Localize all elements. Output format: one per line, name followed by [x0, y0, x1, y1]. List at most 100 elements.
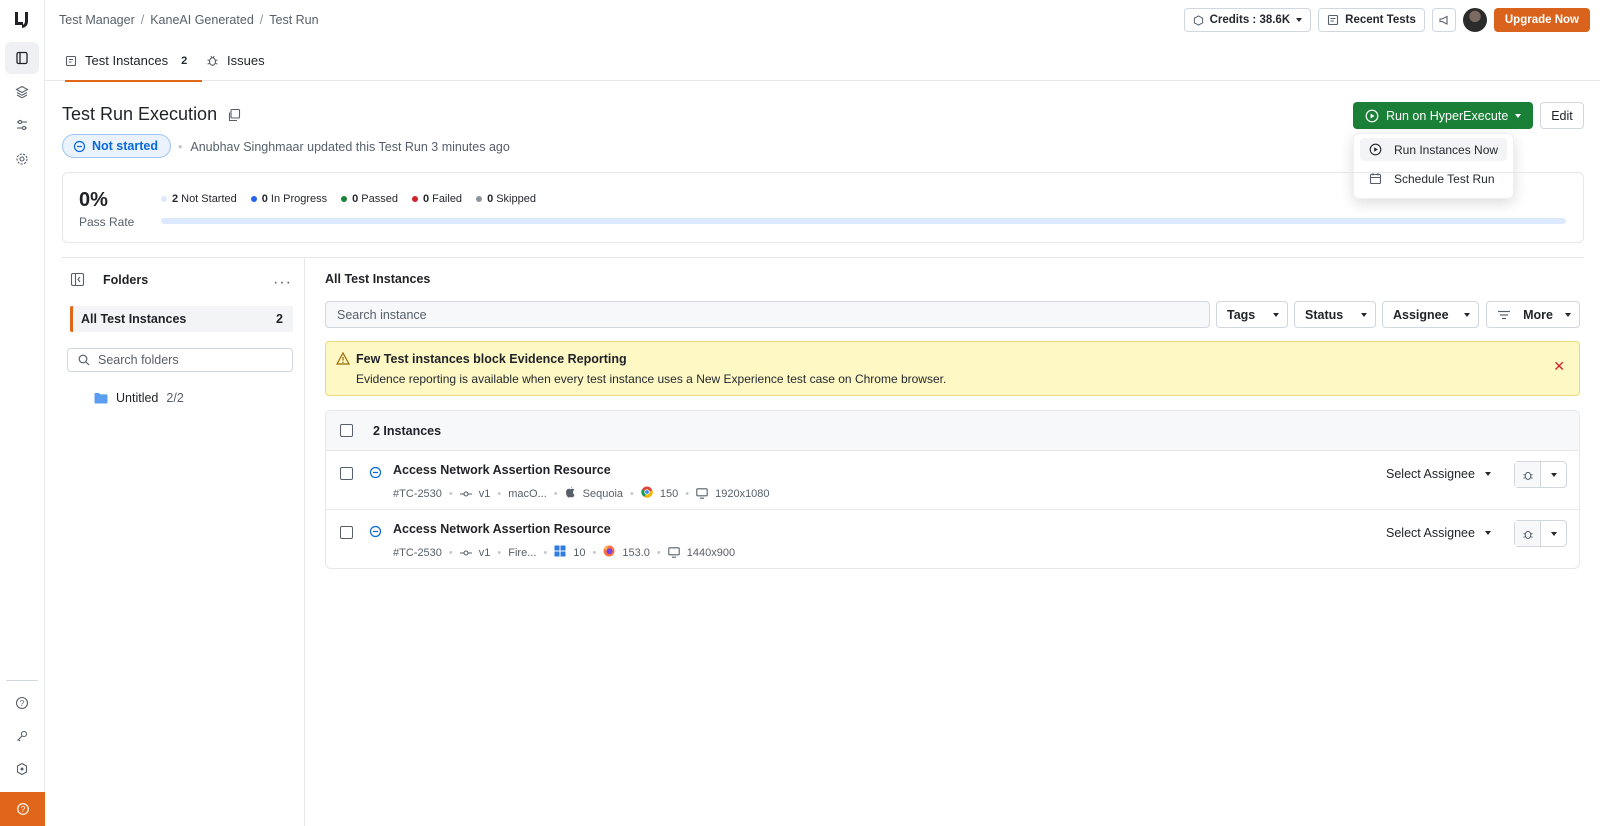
- folders-panel: Folders ··· All Test Instances 2 Search …: [62, 258, 305, 826]
- report-issue-button[interactable]: [1514, 461, 1567, 488]
- layers-nav-icon[interactable]: [5, 76, 39, 108]
- breadcrumb-item-kaneai[interactable]: KaneAI Generated: [150, 13, 254, 27]
- chevron-down-icon: [1464, 312, 1470, 317]
- test-case-id[interactable]: #TC-2530: [393, 488, 442, 500]
- test-case-id[interactable]: #TC-2530: [393, 547, 442, 559]
- app-logo-icon[interactable]: [12, 10, 32, 30]
- more-filter[interactable]: More: [1486, 301, 1580, 328]
- credits-button[interactable]: Credits : 38.6K: [1183, 8, 1312, 32]
- row-checkbox[interactable]: [340, 526, 353, 539]
- dot-separator: •: [592, 546, 597, 559]
- browser-icon: [641, 486, 653, 501]
- legend-dot: [411, 196, 418, 203]
- chevron-down-icon[interactable]: [1541, 462, 1566, 487]
- table-header: 2 Instances: [326, 411, 1579, 451]
- select-assignee-dropdown[interactable]: Select Assignee: [1386, 526, 1491, 540]
- select-assignee-dropdown[interactable]: Select Assignee: [1386, 467, 1491, 481]
- test-manager-nav-icon[interactable]: [5, 42, 39, 74]
- instances-table: 2 Instances Access Network Assertion Res…: [325, 410, 1580, 569]
- instance-name[interactable]: Access Network Assertion Resource: [393, 522, 611, 536]
- pass-rate-label: Pass Rate: [79, 215, 135, 229]
- legend-dot: [250, 196, 257, 203]
- chevron-down-icon: [1273, 312, 1279, 317]
- bug-icon[interactable]: [1515, 462, 1541, 487]
- status-filter[interactable]: Status: [1294, 301, 1376, 328]
- edit-button[interactable]: Edit: [1540, 102, 1584, 129]
- more-options-icon[interactable]: ···: [273, 274, 292, 292]
- folder-icon: [94, 393, 108, 404]
- settings-nav-icon[interactable]: [5, 143, 39, 175]
- tags-filter[interactable]: Tags: [1216, 301, 1288, 328]
- test-instances-tab-icon: [65, 55, 77, 66]
- left-rail: ? ?: [0, 0, 45, 826]
- browser-version: 153.0: [622, 546, 650, 559]
- collapse-sidebar-icon[interactable]: [70, 272, 85, 287]
- dot-separator: •: [178, 140, 183, 154]
- pass-rate-card: 0% Pass Rate 2 Not Started 0 In Progress 0 Pa…: [62, 172, 1584, 243]
- folder-item-all[interactable]: All Test Instances 2: [70, 306, 293, 332]
- legend-item: 0 Passed: [341, 193, 398, 205]
- search-icon: [78, 354, 90, 366]
- os-icon: [565, 486, 576, 501]
- chevron-down-icon: [1296, 18, 1303, 22]
- instances-count-label: 2 Instances: [373, 423, 442, 438]
- dot-separator: •: [685, 487, 690, 500]
- rail-divider: [6, 680, 38, 681]
- copy-icon[interactable]: [227, 108, 241, 122]
- avatar[interactable]: [1462, 8, 1487, 32]
- integrations-icon[interactable]: [5, 753, 39, 785]
- select-assignee-label: Select Assignee: [1386, 467, 1475, 481]
- assignee-filter[interactable]: Assignee: [1382, 301, 1479, 328]
- run-on-hyperexecute-button[interactable]: Run on HyperExecute: [1353, 102, 1533, 129]
- status-badge[interactable]: Not started: [62, 134, 171, 158]
- page-title-text: Test Run Execution: [62, 104, 218, 124]
- svg-text:?: ?: [20, 699, 25, 708]
- chevron-down-icon: [1361, 312, 1367, 317]
- resolution: 1920x1080: [715, 487, 770, 500]
- announcements-button[interactable]: [1431, 8, 1456, 32]
- key-icon[interactable]: [5, 720, 39, 752]
- dot-separator: •: [630, 487, 634, 500]
- not-started-icon: [369, 525, 382, 538]
- legend-label: Passed: [361, 193, 398, 205]
- instance-meta: #TC-2530 • v1 • Fire... • 10 • 153.0 • 1440x9…: [393, 545, 735, 560]
- top-bar: Test Manager / KaneAI Generated / Test R…: [45, 0, 1600, 40]
- table-row[interactable]: Access Network Assertion Resource #TC-25…: [326, 510, 1579, 568]
- recent-tests-button[interactable]: Recent Tests: [1318, 8, 1425, 32]
- menu-item-run-instances-now[interactable]: Run Instances Now: [1360, 138, 1507, 161]
- version-icon: [459, 549, 472, 556]
- dot-separator: •: [448, 487, 453, 500]
- legend-label: Failed: [432, 193, 463, 205]
- chevron-down-icon: [1565, 312, 1571, 317]
- close-icon[interactable]: ✕: [1553, 358, 1565, 375]
- row-checkbox[interactable]: [340, 467, 353, 480]
- upgrade-now-button[interactable]: Upgrade Now: [1493, 8, 1590, 32]
- chevron-down-icon[interactable]: [1541, 521, 1566, 546]
- tab-test-instances[interactable]: Test Instances 2: [65, 40, 203, 82]
- help-icon[interactable]: ?: [5, 687, 39, 719]
- svg-text:?: ?: [20, 805, 25, 814]
- folder-item-untitled[interactable]: Untitled 2/2: [94, 391, 184, 405]
- sliders-nav-icon[interactable]: [5, 109, 39, 141]
- play-circle-icon: [1369, 143, 1382, 156]
- instance-search-input[interactable]: Search instance: [325, 301, 1210, 328]
- breadcrumb-separator: /: [259, 13, 264, 27]
- monitor-icon: [668, 547, 680, 558]
- os-name: Fire...: [508, 546, 537, 559]
- pass-rate-progress-bar: [161, 218, 1566, 224]
- table-row[interactable]: Access Network Assertion Resource #TC-25…: [326, 451, 1579, 510]
- select-all-checkbox[interactable]: [340, 424, 353, 437]
- instance-name[interactable]: Access Network Assertion Resource: [393, 463, 611, 477]
- chevron-down-icon: [1484, 472, 1491, 476]
- instances-section-title: All Test Instances: [325, 272, 431, 286]
- folder-search-input[interactable]: Search folders: [67, 348, 293, 372]
- browser-icon: [603, 545, 615, 560]
- legend-count: 0: [261, 193, 268, 205]
- dot-separator: •: [497, 487, 502, 500]
- breadcrumb-item-test-manager[interactable]: Test Manager: [59, 13, 135, 27]
- tab-issues[interactable]: Issues: [206, 40, 265, 81]
- report-issue-button[interactable]: [1514, 520, 1567, 547]
- chevron-down-icon[interactable]: [1515, 113, 1522, 118]
- bug-icon[interactable]: [1515, 521, 1541, 546]
- support-icon[interactable]: ?: [0, 792, 45, 826]
